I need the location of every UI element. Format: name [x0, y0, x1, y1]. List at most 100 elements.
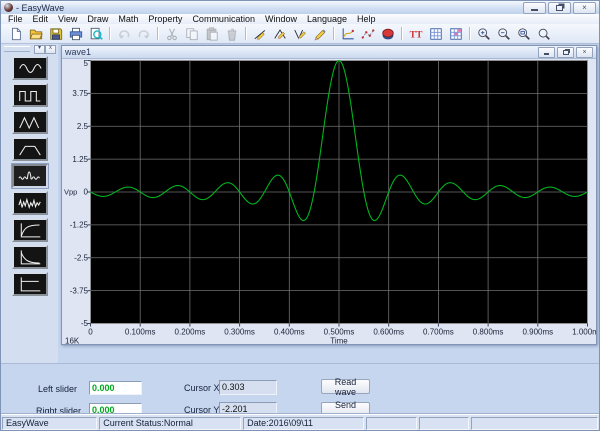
- toolbar-button-draw-pencil[interactable]: [310, 25, 329, 42]
- status-cell-4: [419, 417, 470, 430]
- toolbar-separator: [109, 27, 110, 40]
- svg-text:Vpp: Vpp: [64, 188, 77, 197]
- svg-text:0.200ms: 0.200ms: [175, 328, 206, 337]
- toolbar-separator: [401, 27, 402, 40]
- draw-line-icon: [253, 27, 267, 41]
- toolbar-button-eraser[interactable]: [378, 25, 397, 42]
- toolbar-button-draw-dots[interactable]: [358, 25, 377, 42]
- cursor-x-label: Cursor X: [184, 383, 220, 393]
- menu-item-help[interactable]: Help: [352, 14, 381, 24]
- toolbar-button-draw-line[interactable]: [250, 25, 269, 42]
- toolbox-dock-button[interactable]: ▾: [34, 45, 45, 54]
- sidebar-wave-triangle-button[interactable]: [12, 110, 48, 134]
- toolbar-button-draw-coordinate[interactable]: [338, 25, 357, 42]
- easywave-window: - EasyWave × FileEditViewDrawMathPropert…: [0, 0, 600, 431]
- toolbar-button-new[interactable]: [6, 25, 25, 42]
- svg-text:-5: -5: [81, 319, 89, 328]
- sidebar-wave-sinc-button[interactable]: [12, 164, 48, 188]
- cut-icon: [165, 27, 179, 41]
- sidebar-wave-square-button[interactable]: [12, 83, 48, 107]
- menu-bar: FileEditViewDrawMathPropertyCommunicatio…: [1, 14, 599, 24]
- app-icon: [4, 3, 13, 12]
- menu-item-language[interactable]: Language: [302, 14, 352, 24]
- wave1-minimize-button[interactable]: [538, 47, 555, 58]
- left-slider-input[interactable]: [89, 381, 142, 395]
- toolbox-header: ▾ x: [1, 44, 58, 53]
- menu-item-window[interactable]: Window: [260, 14, 302, 24]
- toolbar-button-save[interactable]: [46, 25, 65, 42]
- toolbar-button-grid-edit[interactable]: [446, 25, 465, 42]
- toolbar-separator: [469, 27, 470, 40]
- exp-fall-wave-icon: [15, 248, 45, 267]
- toolbar-separator: [333, 27, 334, 40]
- waveform-chart[interactable]: 00.100ms0.200ms0.300ms0.400ms0.500ms0.60…: [62, 59, 596, 344]
- cursor-x-value: 0.303: [219, 380, 277, 395]
- toolbar-button-open[interactable]: [26, 25, 45, 42]
- toolbar-button-print-preview[interactable]: [86, 25, 105, 42]
- sidebar-wave-trapezoid-button[interactable]: [12, 137, 48, 161]
- svg-text:3.75: 3.75: [72, 89, 88, 98]
- toolbar-button-draw-polyline[interactable]: [270, 25, 289, 42]
- menu-item-math[interactable]: Math: [113, 14, 143, 24]
- toolbar-button-print[interactable]: [66, 25, 85, 42]
- redo-icon: [137, 27, 151, 41]
- svg-text:0.500ms: 0.500ms: [324, 328, 355, 337]
- toolbox-close-button[interactable]: x: [45, 45, 56, 54]
- svg-text:2.5: 2.5: [77, 122, 89, 131]
- wave-toolbox: ▾ x: [1, 44, 59, 363]
- grid-edit-icon: [449, 27, 463, 41]
- wave1-minimize-icon: [544, 53, 549, 55]
- menu-item-draw[interactable]: Draw: [82, 14, 113, 24]
- minimize-button[interactable]: [523, 2, 546, 14]
- wave1-titlebar[interactable]: wave1 ×: [62, 46, 596, 59]
- svg-text:1.25: 1.25: [72, 155, 88, 164]
- draw-dots-icon: [361, 27, 375, 41]
- toolbar-button-zoom-window[interactable]: [514, 25, 533, 42]
- toolbar-button-text[interactable]: TT: [406, 25, 425, 42]
- menu-item-communication[interactable]: Communication: [187, 14, 260, 24]
- status-cell-0: EasyWave: [2, 417, 97, 430]
- title-bar: - EasyWave ×: [1, 1, 599, 15]
- menu-item-property[interactable]: Property: [143, 14, 187, 24]
- controls-panel: Left slider Right slider Cursor X 0.303 …: [1, 363, 599, 417]
- dc-wave-icon: [15, 275, 45, 294]
- toolbox-grip[interactable]: [4, 46, 30, 52]
- restore-button[interactable]: [548, 2, 571, 14]
- wave1-window: wave1 × 00.100ms0.200ms0.300ms0.400ms0.5…: [61, 45, 597, 345]
- sidebar-wave-noise-button[interactable]: [12, 191, 48, 215]
- toolbar-button-zoom-out[interactable]: [494, 25, 513, 42]
- svg-text:0.800ms: 0.800ms: [473, 328, 504, 337]
- eraser-icon: [381, 27, 395, 41]
- status-bar: EasyWaveCurrent Status:NormalDate:2016\0…: [1, 414, 599, 430]
- close-button[interactable]: ×: [573, 2, 596, 14]
- restore-icon: [556, 5, 563, 11]
- toolbar-button-zoom-reset[interactable]: [534, 25, 553, 42]
- minimize-icon: [531, 9, 538, 11]
- wave1-restore-icon: [563, 50, 569, 55]
- menu-item-file[interactable]: File: [3, 14, 28, 24]
- svg-text:16K: 16K: [65, 337, 80, 345]
- exp-rise-wave-icon: [15, 221, 45, 240]
- close-icon: ×: [582, 4, 587, 12]
- wave1-restore-button[interactable]: [557, 47, 574, 58]
- sidebar-wave-sine-button[interactable]: [12, 56, 48, 80]
- toolbar-button-grid[interactable]: [426, 25, 445, 42]
- toolbar-button-draw-multiline[interactable]: [290, 25, 309, 42]
- noise-wave-icon: [15, 194, 45, 213]
- wave1-title: wave1: [65, 47, 91, 57]
- menu-item-edit[interactable]: Edit: [28, 14, 54, 24]
- draw-multiline-icon: [293, 27, 307, 41]
- sidebar-wave-exp-fall-button[interactable]: [12, 245, 48, 269]
- menu-item-view[interactable]: View: [53, 14, 82, 24]
- wave1-close-button[interactable]: ×: [576, 47, 593, 58]
- svg-text:1.000ms: 1.000ms: [572, 328, 596, 337]
- zoom-reset-icon: [537, 27, 551, 41]
- status-cell-1: Current Status:Normal: [99, 417, 241, 430]
- toolbar-button-zoom-in[interactable]: [474, 25, 493, 42]
- read-wave-button[interactable]: Read wave: [321, 379, 370, 394]
- sidebar-wave-dc-button[interactable]: [12, 272, 48, 296]
- toolbar-button-paste: [202, 25, 221, 42]
- draw-coordinate-icon: [341, 27, 355, 41]
- sidebar-wave-exp-rise-button[interactable]: [12, 218, 48, 242]
- wave-buttons: [1, 56, 58, 296]
